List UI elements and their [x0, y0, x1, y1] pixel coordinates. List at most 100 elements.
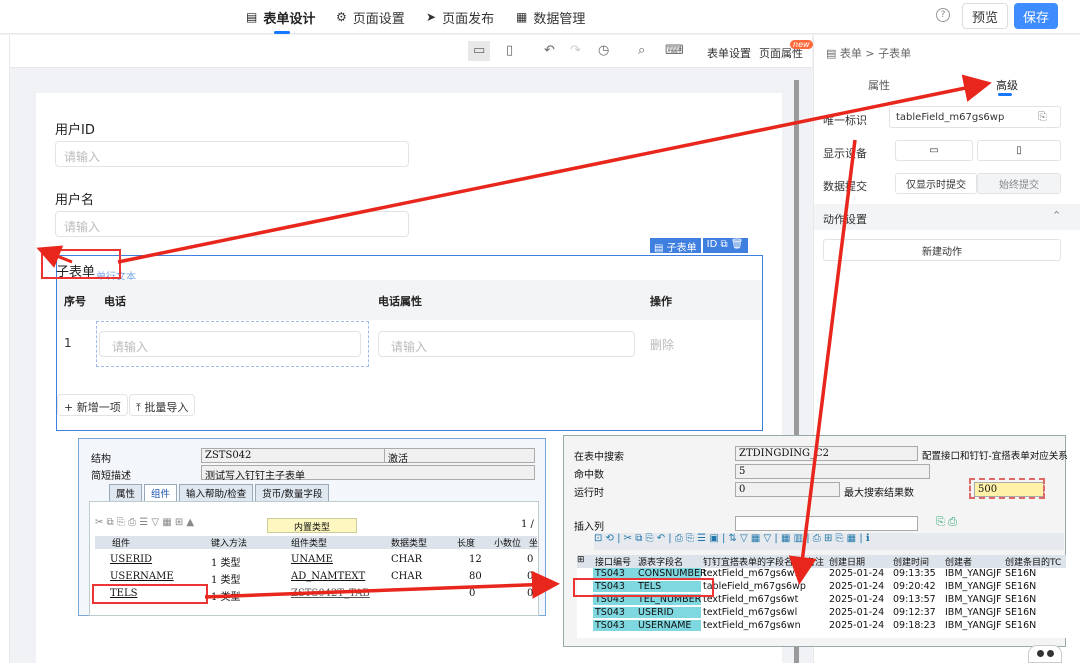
- left-strip: [0, 35, 10, 663]
- copy-icon[interactable]: ⎘: [1038, 110, 1047, 124]
- page-indicator: 1 /: [521, 519, 534, 530]
- runtime-label: 运行时: [574, 488, 604, 499]
- row-tels-len: 0: [469, 588, 476, 599]
- mobile-icon[interactable]: ▯: [506, 43, 513, 58]
- table-row[interactable]: TS043 USERNAME textField_m67gs6wn 2025-0…: [577, 620, 1066, 633]
- chevron-up-icon[interactable]: ⌃: [1052, 209, 1061, 222]
- sap2-toolbar-icons[interactable]: ⊡ ⟲ | ✂ ⧉ ⎘ ↶ | ⎙ ⎘ ☰ ▣ | ⇅ ▽ ▦ ▽ | ▦ ▥ …: [594, 533, 1064, 550]
- tab-label: 页面设置: [352, 11, 405, 27]
- row-username[interactable]: USERNAME: [110, 571, 174, 582]
- new-badge: new: [790, 40, 813, 49]
- username-input[interactable]: 请输入: [55, 211, 409, 237]
- plus-icon: +: [64, 401, 77, 414]
- hits-label: 命中数: [574, 470, 604, 481]
- row-username-ctype[interactable]: AD_NAMTEXT: [291, 571, 365, 582]
- tab-currency[interactable]: 货币/数量字段: [255, 484, 330, 502]
- row-userid-dtype: CHAR: [391, 554, 423, 565]
- grid-icon: ▦: [516, 10, 528, 24]
- search-label: 在表中搜索: [574, 452, 624, 463]
- unique-id-field[interactable]: tableField_m67gs6wp: [889, 106, 1061, 128]
- tab-page-publish[interactable]: ➤ 页面发布: [426, 0, 494, 34]
- row-userid-ctype[interactable]: UNAME: [291, 554, 333, 565]
- check-icons[interactable]: ⎘ ⎙: [936, 515, 957, 529]
- help-icon[interactable]: ?: [936, 8, 950, 22]
- tab-component[interactable]: 组件: [144, 484, 178, 502]
- add-row-button[interactable]: + 新增一项: [57, 394, 128, 416]
- redo-icon[interactable]: ↷: [570, 43, 581, 58]
- row-userid-method: 1 类型: [211, 558, 241, 569]
- new-action-button[interactable]: 新建动作: [823, 239, 1061, 261]
- row-tels-ctype[interactable]: ZSTS042T_TAB: [291, 588, 370, 599]
- submit-option-always[interactable]: 始终提交: [977, 173, 1061, 194]
- annotation-box-tels-row: [573, 578, 714, 597]
- search-field[interactable]: ZTDINGDING_C2: [735, 446, 918, 461]
- sap1-header-row: 组件 键入方法 组件类型 数据类型 长度 小数位 坐: [95, 536, 538, 549]
- tab-data-manage[interactable]: ▦ 数据管理: [516, 0, 585, 34]
- sap-se16n-window: 在表中搜索 ZTDINGDING_C2 配置接口和钉钉-宜搭表单对应关系 命中数…: [563, 435, 1068, 647]
- form-settings-link[interactable]: 表单设置: [707, 45, 751, 61]
- field-label-username: 用户名: [55, 193, 95, 208]
- preview-button[interactable]: 预览: [962, 3, 1008, 29]
- id-tag[interactable]: ID ⧉ 🗑: [702, 238, 748, 253]
- annotation-box-subtable: [41, 249, 121, 279]
- action-settings-label: 动作设置: [823, 213, 867, 226]
- row-tels-method: 1 类型: [211, 592, 241, 603]
- phone-attr-input[interactable]: 请输入: [378, 331, 635, 357]
- row-index: 1: [64, 336, 72, 350]
- tab-input-help[interactable]: 输入帮助/检查: [179, 484, 254, 502]
- sap2-header-row: ⊞ 接口编号 源表字段名 钉钉宜搭表单的字段名 备注 创建日期 创建时间 创建者…: [577, 555, 1066, 568]
- data-submit-label: 数据提交: [823, 180, 867, 193]
- unique-id-label: 唯一标识: [823, 114, 867, 127]
- row-username-dtype: CHAR: [391, 571, 423, 582]
- assistant-robot-icon[interactable]: [1028, 645, 1062, 663]
- userid-input[interactable]: 请输入: [55, 141, 409, 167]
- struct-label: 结构: [91, 454, 111, 465]
- desc-field[interactable]: 测试写入钉钉主子表单: [201, 465, 535, 482]
- tab-underline: [998, 93, 1012, 96]
- row-userid[interactable]: USERID: [110, 554, 152, 565]
- save-button[interactable]: 保存: [1014, 3, 1058, 29]
- keyboard-icon[interactable]: ⌨: [665, 43, 684, 58]
- send-icon: ➤: [426, 10, 437, 24]
- breadcrumb: ▤ 表单 > 子表单: [826, 47, 912, 60]
- row-userid-dec: 0: [527, 554, 534, 565]
- subtable-tags: ▤ 子表单 ID ⧉ 🗑: [650, 238, 748, 254]
- delete-row-link[interactable]: 删除: [650, 336, 674, 353]
- hits-field: 5: [735, 464, 930, 479]
- tab-page-settings[interactable]: ⚙ 页面设置: [336, 0, 405, 34]
- builtin-type-button[interactable]: 内置类型: [267, 518, 357, 533]
- tab-advanced[interactable]: 高级: [996, 77, 1018, 93]
- col-index: 序号: [64, 295, 86, 308]
- mobile-icon[interactable]: ▯: [977, 140, 1061, 161]
- batch-import-button[interactable]: ⤒ 批量导入: [129, 394, 196, 416]
- phone-input[interactable]: 请输入: [99, 331, 361, 357]
- struct-field[interactable]: ZSTS042: [201, 448, 385, 463]
- insert-col-label: 插入列: [574, 522, 604, 533]
- row-username-dec: 0: [527, 571, 534, 582]
- col-phone: 电话: [104, 295, 126, 308]
- tab-form-design[interactable]: ▤ 表单设计: [246, 0, 315, 34]
- subtable-tag[interactable]: ▤ 子表单: [650, 238, 701, 254]
- submit-option-visible[interactable]: 仅显示时提交: [895, 173, 977, 194]
- desktop-icon[interactable]: ▭: [468, 41, 491, 61]
- form-icon: ▤: [826, 47, 840, 60]
- max-label: 最大搜索结果数: [844, 488, 914, 499]
- row-username-method: 1 类型: [211, 575, 241, 586]
- table-row[interactable]: TS043 USERID textField_m67gs6wl 2025-01-…: [577, 607, 1066, 620]
- history-icon[interactable]: ◷: [598, 43, 609, 58]
- desktop-icon[interactable]: ▭: [895, 140, 973, 161]
- tab-attr[interactable]: 属性: [109, 484, 143, 502]
- insert-col-field[interactable]: [735, 516, 918, 531]
- annotation-box-tels: [92, 584, 208, 604]
- undo-icon[interactable]: ↶: [544, 43, 555, 58]
- col-phone-attr: 电话属性: [378, 295, 422, 308]
- tab-properties[interactable]: 属性: [868, 77, 890, 93]
- form-icon: ▤: [246, 10, 258, 24]
- search-icon[interactable]: ⌕: [638, 43, 645, 58]
- tab-label: 数据管理: [533, 11, 586, 27]
- row-tels-dec: 0: [527, 588, 534, 599]
- sap-toolbar-icons[interactable]: ✂ ⧉ ⎘ ⎙ ☰ ▽ ▦ ⊞ ▲: [95, 517, 194, 528]
- status-field: 激活: [385, 448, 535, 465]
- col-action: 操作: [650, 295, 672, 308]
- row-userid-len: 12: [469, 554, 482, 565]
